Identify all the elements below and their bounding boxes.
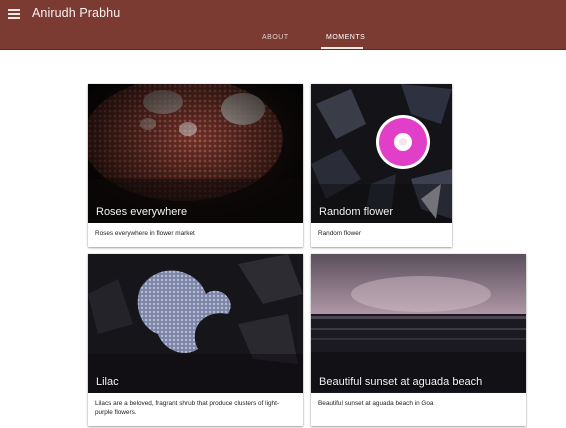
- card-description: Random flower: [318, 230, 361, 237]
- tab-moments[interactable]: MOMENTS: [326, 34, 365, 41]
- card-description: Beautiful sunset at aguada beach in Goa: [318, 400, 434, 407]
- card-title: Beautiful sunset at aguada beach: [319, 376, 483, 388]
- tab-about[interactable]: ABOUT: [262, 34, 289, 41]
- app-bar: Anirudh Prabhu ABOUT MOMENTS: [0, 0, 566, 50]
- card-title: Roses everywhere: [96, 206, 188, 218]
- app-title: Anirudh Prabhu: [32, 6, 121, 20]
- sunset-image: [311, 254, 526, 393]
- tab-bar: ABOUT MOMENTS: [0, 32, 566, 49]
- moment-card-sunset[interactable]: Beautiful sunset at aguada beach Beautif…: [311, 254, 526, 426]
- card-title: Random flower: [319, 206, 393, 218]
- card-description: Lilacs are a beloved, fragrant shrub tha…: [95, 400, 280, 416]
- lilac-image: [88, 254, 303, 393]
- random-flower-image: [311, 84, 452, 223]
- active-tab-indicator: [321, 47, 363, 49]
- roses-image: [88, 84, 303, 223]
- moment-card-random-flower[interactable]: Random flower Random flower: [311, 84, 452, 247]
- card-title: Lilac: [96, 376, 119, 388]
- menu-icon[interactable]: [8, 9, 20, 19]
- moment-card-roses[interactable]: Roses everywhere Roses everywhere in flo…: [88, 84, 303, 247]
- card-description: Roses everywhere in flower market: [95, 230, 195, 237]
- moment-card-lilac[interactable]: Lilac Lilacs are a beloved, fragrant shr…: [88, 254, 303, 426]
